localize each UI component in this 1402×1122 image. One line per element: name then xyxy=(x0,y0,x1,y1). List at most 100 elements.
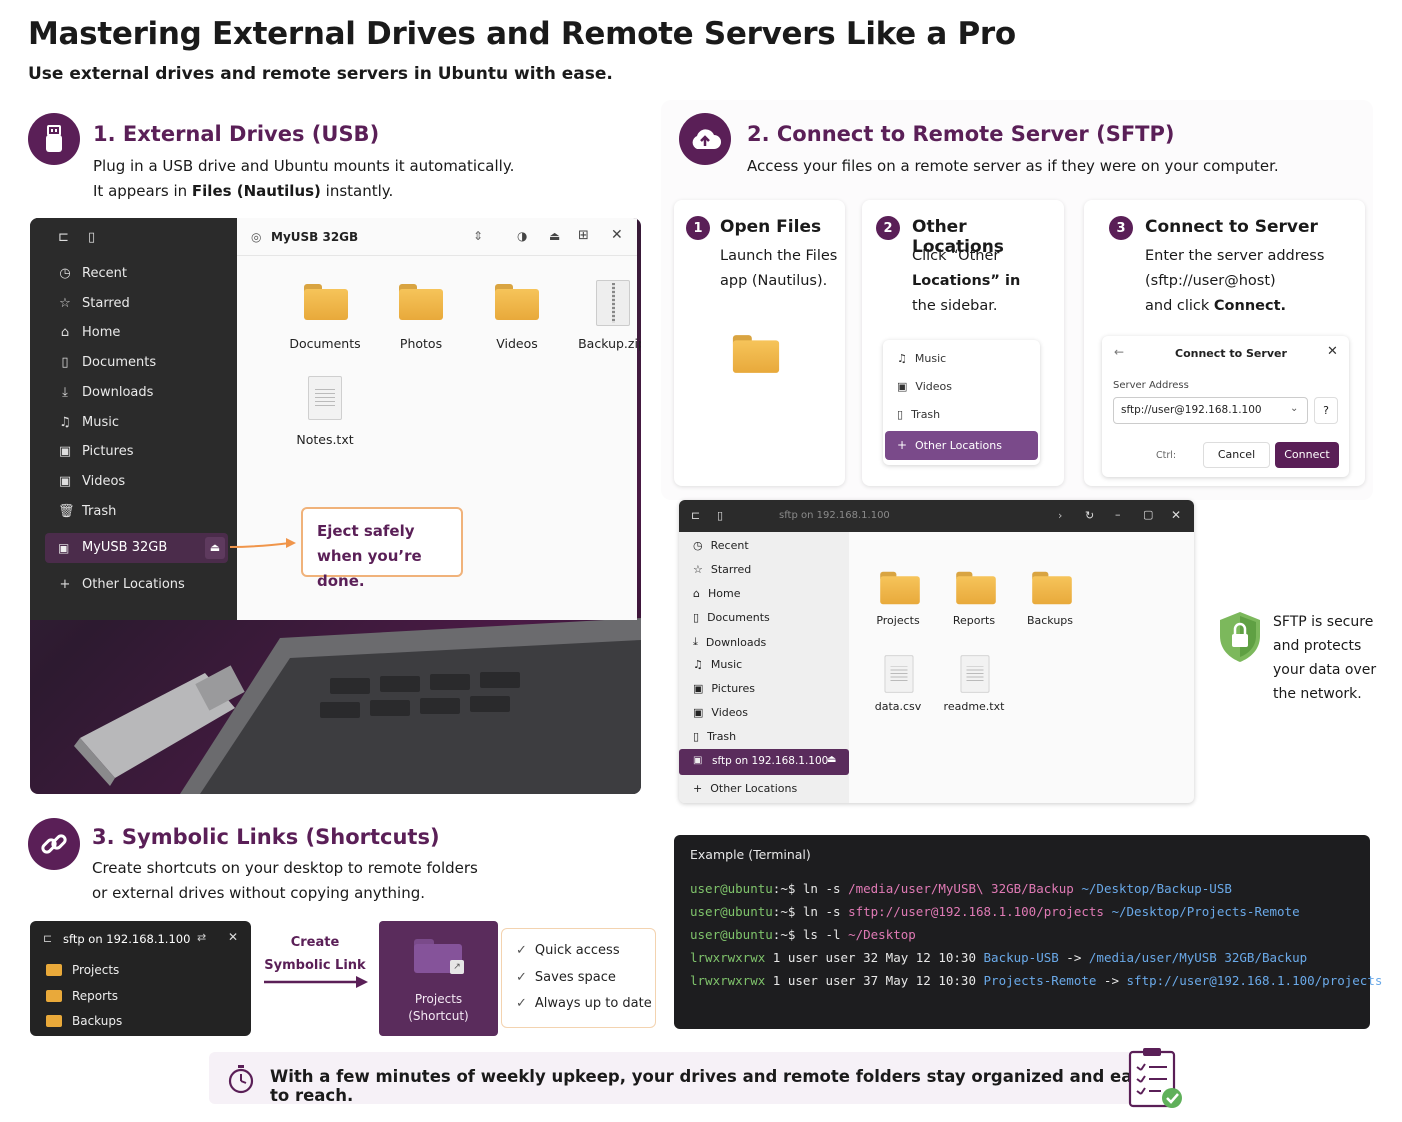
close-icon[interactable]: ✕ xyxy=(1171,508,1181,522)
mini-sidebar-videos[interactable]: ▣ Videos xyxy=(897,380,952,393)
back-icon[interactable]: ← xyxy=(1114,345,1124,359)
star-icon: ☆ xyxy=(693,563,703,576)
sidebar-item-recent[interactable]: ◷ Recent xyxy=(58,266,127,281)
usb-desc-line2: It appears in Files (Nautilus) instantly… xyxy=(93,179,514,204)
benefit-label: Saves space xyxy=(534,970,616,985)
info-icon[interactable]: ◑ xyxy=(517,229,527,243)
close-icon[interactable]: ✕ xyxy=(611,227,623,243)
mini-label: Music xyxy=(914,352,947,365)
close-icon[interactable]: ✕ xyxy=(228,930,238,944)
zip-icon[interactable] xyxy=(596,280,630,326)
eject-icon[interactable]: ⏏ xyxy=(827,754,836,765)
mini-sidebar-music[interactable]: ♫ Music xyxy=(897,352,946,365)
new-tab-icon[interactable]: ▯ xyxy=(88,230,95,245)
sidebar-item-videos[interactable]: ▣ Videos xyxy=(693,706,748,719)
reload-icon[interactable]: ⇄ xyxy=(197,931,206,944)
benefit-item: ✓ Saves space xyxy=(516,970,616,985)
folder-icon[interactable] xyxy=(956,571,996,605)
eject-small-icon[interactable]: ⏏ xyxy=(549,229,560,243)
sidebar-toggle-icon[interactable]: ⊏ xyxy=(43,932,52,945)
location-label[interactable]: sftp on 192.168.1.100 xyxy=(779,510,890,521)
home-icon: ⌂ xyxy=(60,324,70,340)
minimize-icon[interactable]: – xyxy=(1115,508,1121,521)
folder-icon[interactable] xyxy=(399,284,443,320)
sidebar-item-documents[interactable]: ▯ Documents xyxy=(58,355,156,370)
eject-icon[interactable]: ⏏ xyxy=(205,537,225,559)
sidebar-item-home[interactable]: ⌂ Home xyxy=(693,587,740,600)
picture-icon: ▣ xyxy=(693,682,704,695)
folder-icon[interactable] xyxy=(304,284,348,320)
security-line: and protects xyxy=(1273,638,1362,654)
folder-icon[interactable] xyxy=(1032,571,1072,605)
sidebar-item-trash[interactable]: ▯ Trash xyxy=(693,730,736,743)
cancel-button[interactable]: Cancel xyxy=(1203,442,1270,468)
mini-label: Videos xyxy=(915,380,952,393)
sidebar-item-music[interactable]: ♫ Music xyxy=(58,415,119,430)
text-file-icon[interactable] xyxy=(960,655,990,693)
forward-icon[interactable]: › xyxy=(1058,509,1062,522)
close-icon[interactable]: ✕ xyxy=(1327,344,1338,359)
folder-icon[interactable] xyxy=(880,571,920,605)
sidebar-item-trash[interactable]: 🗑 Trash xyxy=(58,504,116,519)
sidebar-item-other-locations[interactable]: + Other Locations xyxy=(58,577,185,592)
server-address-value: sftp://user@192.168.1.100 xyxy=(1121,404,1262,416)
sidebar-item-downloads[interactable]: ⤓ Downloads xyxy=(693,635,766,649)
terminal-line: lrwxrwxrwx 1 user user 32 May 12 10:30 B… xyxy=(690,950,1307,965)
arg-source: ~/Desktop xyxy=(848,927,916,942)
sidebar-item-home[interactable]: ⌂ Home xyxy=(58,324,121,340)
reload-icon[interactable]: ↻ xyxy=(1085,509,1094,522)
sidebar-item-sftp-server[interactable]: ▣ sftp on 192.168.1.100 ⏏ xyxy=(679,749,849,775)
server-address-input[interactable]: sftp://user@192.168.1.100 ⌄ xyxy=(1113,397,1308,424)
list-item[interactable]: Projects xyxy=(46,963,119,977)
folder-icon[interactable] xyxy=(495,284,539,320)
sidebar-label: Recent xyxy=(710,539,749,552)
grid-view-icon[interactable]: ⊞ xyxy=(578,228,589,243)
sidebar-toggle-icon[interactable]: ⊏ xyxy=(58,230,69,245)
sidebar-item-starred[interactable]: ☆ Starred xyxy=(693,563,751,576)
file-meta: 1 user user 32 May 12 10:30 xyxy=(765,950,984,965)
mini-label: Other Locations xyxy=(915,439,1002,452)
field-label: Server Address xyxy=(1113,380,1189,391)
sort-icon[interactable]: ⇕ xyxy=(473,229,483,243)
help-button[interactable]: ? xyxy=(1314,397,1338,424)
benefit-item: ✓ Always up to date xyxy=(516,996,652,1011)
sidebar-item-downloads[interactable]: ⤓ Downloads xyxy=(58,385,153,400)
window-title: sftp on 192.168.1.100 xyxy=(63,932,191,946)
usb-desc-line1: Plug in a USB drive and Ubuntu mounts it… xyxy=(93,157,515,175)
csv-file-icon[interactable] xyxy=(884,655,914,693)
list-item[interactable]: Backups xyxy=(46,1014,122,1028)
file-label: readme.txt xyxy=(943,700,1005,713)
footer-text: With a few minutes of weekly upkeep, you… xyxy=(270,1067,1153,1105)
shortcut-tile[interactable]: ↗ Projects (Shortcut) xyxy=(379,921,498,1036)
location-label[interactable]: MyUSB 32GB xyxy=(271,230,358,244)
mini-sidebar-trash[interactable]: ▯ Trash xyxy=(897,408,940,421)
link-icon xyxy=(28,818,80,870)
sidebar-item-recent[interactable]: ◷ Recent xyxy=(693,539,749,552)
list-item[interactable]: Reports xyxy=(46,989,118,1003)
sidebar-toggle-icon[interactable]: ⊏ xyxy=(691,509,700,522)
chevron-down-icon[interactable]: ⌄ xyxy=(1290,403,1298,414)
security-line: the network. xyxy=(1273,686,1362,702)
sftp-fm-sidebar: ◷ Recent ☆ Starred ⌂ Home ▯ Documents ⤓ Downl… xyxy=(679,532,849,803)
text-file-icon[interactable] xyxy=(308,376,342,420)
mini-sidebar-other-locations[interactable]: + Other Locations xyxy=(885,431,1038,460)
step-title: Connect to Server xyxy=(1145,217,1318,237)
sidebar-item-other-locations[interactable]: + Other Locations xyxy=(693,782,797,795)
maximize-icon[interactable]: ▢ xyxy=(1143,508,1153,521)
link-target: /media/user/MyUSB 32GB/Backup xyxy=(1088,950,1308,965)
terminal-line: lrwxrwxrwx 1 user user 37 May 12 10:30 P… xyxy=(690,973,1382,988)
step-line: the sidebar. xyxy=(912,298,998,314)
plus-icon: + xyxy=(59,576,71,592)
usb-desc-bold: Files (Nautilus) xyxy=(191,182,321,200)
sidebar-item-usb-drive[interactable]: ▣ MyUSB 32GB ⏏ xyxy=(45,533,228,563)
folder-icon xyxy=(46,1015,62,1027)
sidebar-item-pictures[interactable]: ▣ Pictures xyxy=(693,682,755,695)
new-tab-icon[interactable]: ▯ xyxy=(717,509,723,522)
connect-button[interactable]: Connect xyxy=(1275,442,1339,468)
sidebar-item-videos[interactable]: ▣ Videos xyxy=(58,474,125,489)
sidebar-label: Home xyxy=(82,325,121,340)
sidebar-item-music[interactable]: ♫ Music xyxy=(693,658,742,671)
sidebar-item-pictures[interactable]: ▣ Pictures xyxy=(58,444,134,459)
sidebar-item-starred[interactable]: ☆ Starred xyxy=(58,296,130,311)
sidebar-item-documents[interactable]: ▯ Documents xyxy=(693,611,770,624)
